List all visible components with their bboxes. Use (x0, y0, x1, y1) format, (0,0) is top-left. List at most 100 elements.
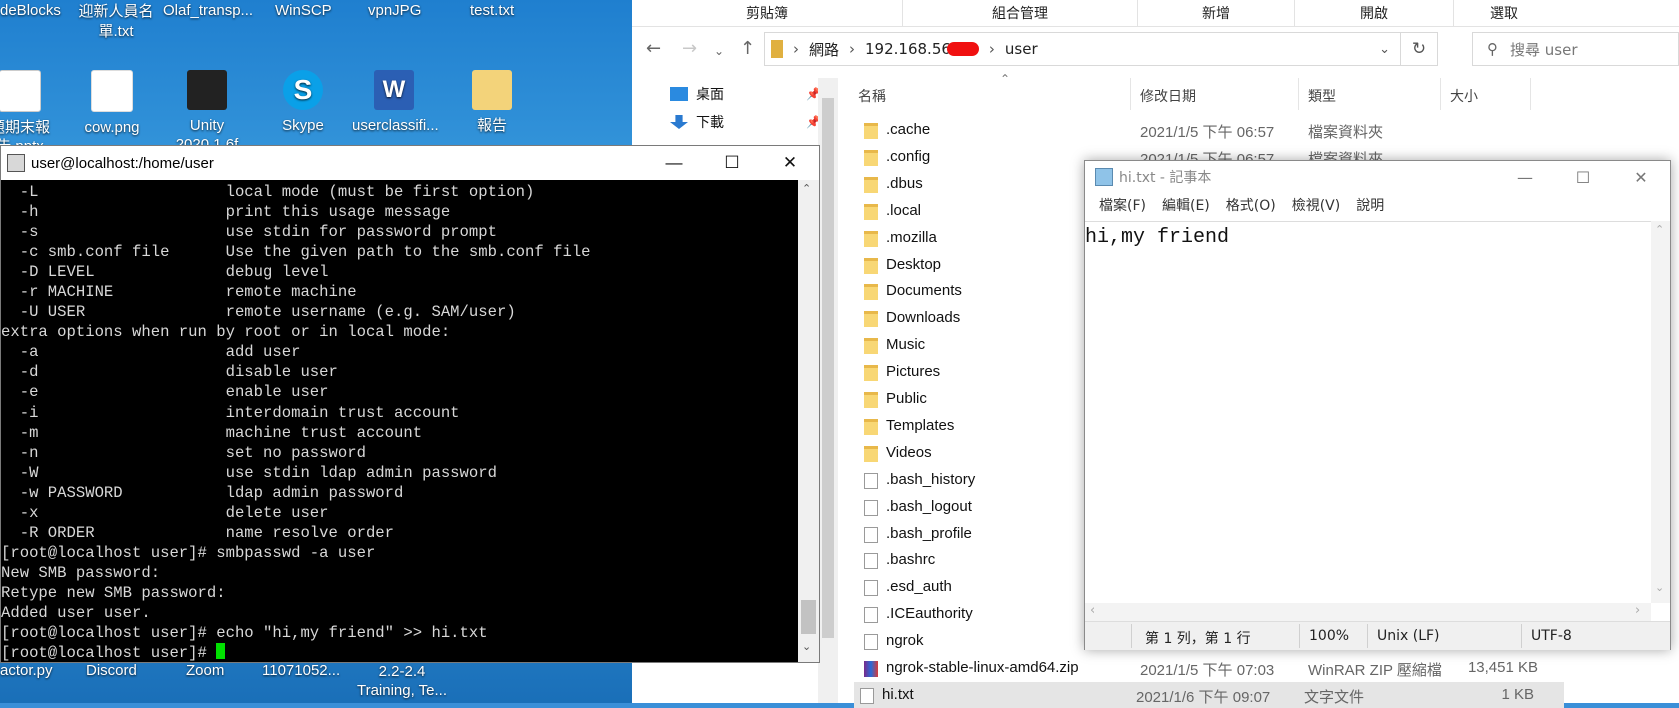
file-row[interactable]: hi.txt 2021/1/6 下午 09:07 文字文件 1 KB (854, 681, 1564, 708)
terminal-line: [root@localhost user]# smbpasswd -a user (1, 543, 376, 562)
file-icon (864, 580, 878, 597)
breadcrumb-separator-icon: › (988, 40, 995, 58)
address-bar[interactable]: › 網路 › 192.168.56 › user ⌄ ↻ (764, 32, 1438, 66)
file-row[interactable]: .cache 2021/1/5 下午 06:57 檔案資料夾 (858, 117, 1679, 143)
terminal-line: -x delete user (1, 503, 329, 522)
column-divider[interactable] (1130, 78, 1131, 110)
desktop-icon-unity[interactable]: Unity 2020.1.6f (165, 70, 249, 154)
column-divider[interactable] (1530, 78, 1531, 110)
column-header-type[interactable]: 類型 (1308, 86, 1336, 106)
terminal-screen[interactable]: -L local mode (must be first option) -h … (1, 180, 798, 662)
close-icon[interactable]: ✕ (1612, 161, 1670, 193)
scroll-down-arrow-icon[interactable]: ⌄ (1655, 581, 1664, 594)
terminal-output: -L local mode (must be first option) -h … (1, 180, 798, 662)
folder-icon (864, 338, 878, 355)
scroll-left-arrow-icon[interactable]: ‹ (1090, 603, 1095, 618)
scroll-right-arrow-icon[interactable]: › (1635, 603, 1640, 618)
desktop-icon-label[interactable]: vpnJPG (368, 2, 421, 19)
notepad-horizontal-scrollbar[interactable]: ‹ › (1085, 603, 1651, 621)
nav-item-desktop[interactable]: 桌面 📌 (670, 84, 821, 104)
desktop-icon-label[interactable]: actor.py (0, 662, 53, 679)
desktop-icon-report[interactable]: 報告 (450, 70, 534, 135)
desktop-icon-skype[interactable]: S Skype (261, 70, 345, 135)
scroll-up-arrow-icon[interactable]: ⌃ (1655, 223, 1664, 236)
terminal-line: extra options when run by root or in loc… (1, 323, 451, 342)
desktop-icon-cow[interactable]: cow.png (70, 70, 154, 137)
ribbon-group-select[interactable]: 選取 (1454, 0, 1554, 26)
menu-format[interactable]: 格式(O) (1218, 193, 1284, 217)
folder-icon (864, 257, 878, 274)
ribbon-group-new[interactable]: 新增 (1138, 0, 1295, 26)
terminal-line: Retype new SMB password: (1, 583, 226, 602)
scrollbar-thumb[interactable] (801, 600, 816, 634)
folder-icon (864, 203, 878, 220)
column-divider[interactable] (1440, 78, 1441, 110)
terminal-line: -n set no password (1, 443, 366, 462)
column-header-size[interactable]: 大小 (1450, 86, 1478, 106)
back-arrow-icon[interactable]: ← (646, 38, 661, 59)
forward-arrow-icon[interactable]: → (682, 38, 697, 59)
file-name: ngrok (886, 632, 924, 650)
nav-item-downloads[interactable]: 下載 📌 (670, 112, 821, 132)
column-header-name[interactable]: 名稱 (858, 86, 886, 106)
notepad-content: hi,my friend (1085, 226, 1230, 249)
terminal-line: -W use stdin ldap admin password (1, 463, 497, 482)
menu-edit[interactable]: 編輯(E) (1154, 193, 1218, 217)
column-header-date[interactable]: 修改日期 (1140, 86, 1196, 106)
maximize-icon[interactable]: ☐ (703, 146, 761, 180)
breadcrumb-user[interactable]: user (1005, 40, 1038, 58)
file-date: 2021/1/5 下午 06:57 (1140, 124, 1275, 141)
close-icon[interactable]: ✕ (761, 146, 819, 180)
desktop-icon-label[interactable]: Zoom (186, 662, 224, 679)
desktop-icon-label[interactable]: 11071052... (262, 662, 340, 679)
recent-chevron-icon[interactable]: ⌄ (714, 44, 724, 58)
desktop-icon-label[interactable]: WinSCP (275, 2, 332, 19)
file-type: 文字文件 (1304, 688, 1365, 706)
search-icon: ⚲ (1487, 40, 1498, 58)
pptx-file-icon (0, 70, 41, 112)
terminal-line: -L local mode (must be first option) (1, 183, 535, 201)
menu-help[interactable]: 說明 (1348, 193, 1392, 217)
desktop-icon-label[interactable]: Discord (86, 662, 137, 679)
notepad-vertical-scrollbar[interactable]: ⌃ ⌄ (1651, 221, 1670, 603)
notepad-titlebar[interactable]: hi.txt - 記事本 — ☐ ✕ (1085, 161, 1670, 193)
menu-view[interactable]: 檢視(V) (1284, 193, 1349, 217)
ribbon-group-open[interactable]: 開啟 (1295, 0, 1454, 26)
scroll-up-arrow-icon[interactable]: ⌃ (802, 182, 811, 195)
notepad-menubar: 檔案(F) 編輯(E) 格式(O) 檢視(V) 說明 (1085, 193, 1670, 217)
column-divider[interactable] (1298, 78, 1299, 110)
scroll-down-arrow-icon[interactable]: ⌄ (802, 640, 811, 653)
menu-file[interactable]: 檔案(F) (1091, 193, 1154, 217)
desktop-icon-label[interactable]: deBlocks (0, 2, 61, 19)
ribbon-group-clipboard[interactable]: 剪貼簿 (632, 0, 903, 26)
terminal-line: -D LEVEL debug level (1, 263, 329, 282)
terminal-titlebar[interactable]: user@localhost:/home/user — ☐ ✕ (1, 146, 819, 180)
nav-pane-scrollbar[interactable] (818, 78, 838, 703)
file-name: .mozilla (886, 228, 937, 246)
folder-icon (864, 149, 878, 166)
ribbon-group-organize[interactable]: 組合管理 (903, 0, 1138, 26)
desktop-icon-label[interactable]: 2.2-2.4 Training, Te... (352, 662, 452, 700)
folder-icon (864, 365, 878, 382)
up-arrow-icon[interactable]: ↑ (740, 38, 755, 59)
maximize-icon[interactable]: ☐ (1554, 161, 1612, 193)
desktop-icon-label[interactable]: Olaf_transp... (163, 2, 253, 19)
unity-icon (187, 70, 227, 110)
address-dropdown-icon[interactable]: ⌄ (1379, 42, 1390, 57)
minimize-icon[interactable]: — (1496, 161, 1554, 193)
notepad-text-area[interactable]: hi,my friend (1085, 221, 1651, 603)
desktop-icon-label[interactable]: test.txt (470, 2, 514, 19)
scrollbar-thumb[interactable] (822, 98, 834, 638)
breadcrumb-ip[interactable]: 192.168.56 (865, 40, 951, 58)
breadcrumb-network[interactable]: 網路 (809, 39, 839, 60)
terminal-line: -h print this usage message (1, 203, 451, 222)
terminal-scrollbar[interactable]: ⌃ ⌄ (798, 180, 819, 662)
desktop-icon-word[interactable]: W userclassifi... (352, 70, 439, 135)
breadcrumb-separator-icon: › (849, 40, 856, 58)
desktop-icon-label[interactable]: 迎新人員名單.txt (76, 2, 156, 42)
file-row[interactable]: ngrok-stable-linux-amd64.zip 2021/1/5 下午 … (858, 655, 1679, 681)
minimize-icon[interactable]: — (645, 146, 703, 180)
search-input[interactable]: ⚲ 搜尋 user (1472, 32, 1679, 66)
refresh-icon[interactable]: ↻ (1400, 32, 1437, 66)
desktop-icon-pptx[interactable]: 題期末報告.pptx (0, 70, 62, 156)
